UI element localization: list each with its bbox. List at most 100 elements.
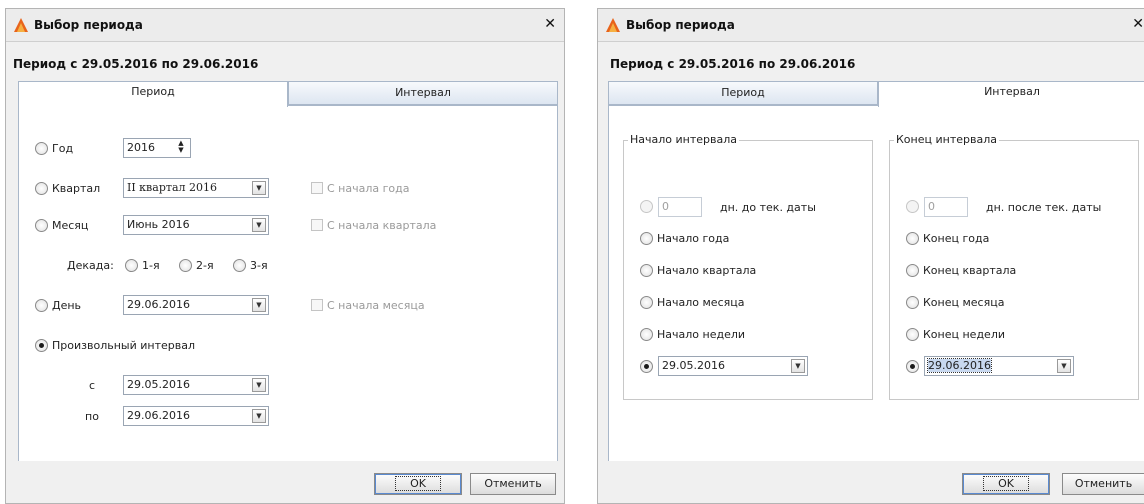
ok-label: OK <box>395 476 441 491</box>
radio-end-days[interactable] <box>906 200 919 213</box>
close-icon[interactable]: ✕ <box>1132 16 1144 32</box>
start-month-label: Начало месяца <box>657 296 745 309</box>
from-quarter-start-checkbox[interactable] <box>311 219 323 231</box>
year-label: Год <box>52 142 74 155</box>
chevron-down-icon[interactable]: ▼ <box>252 378 266 392</box>
chevron-down-icon[interactable]: ▼ <box>791 359 805 373</box>
start-days-label: дн. до тек. даты <box>720 201 816 214</box>
period-panel: Год 2016 ▲ ▼ Квартал II квартал 2016 ▼ С … <box>18 105 558 463</box>
day-label: День <box>52 299 82 312</box>
end-date-picker[interactable]: 29.06.2016 ▼ <box>924 356 1074 376</box>
start-year-label: Начало года <box>657 232 730 245</box>
day-select[interactable]: 29.06.2016 ▼ <box>123 295 269 315</box>
tab-period[interactable]: Период <box>608 81 878 105</box>
ok-button[interactable]: OK <box>374 473 462 495</box>
chevron-down-icon[interactable]: ▼ <box>252 409 266 423</box>
decade-2-label: 2-я <box>196 259 214 272</box>
period-dialog-left: Выбор периода ✕ Период с 29.05.2016 по 2… <box>5 8 565 504</box>
radio-day[interactable] <box>35 299 48 312</box>
start-quarter-label: Начало квартала <box>657 264 757 277</box>
cancel-button[interactable]: Отменить <box>470 473 556 495</box>
month-value: Июнь 2016 <box>127 218 190 231</box>
quarter-value: II квартал 2016 <box>127 181 217 194</box>
interval-panel: Начало интервала 0 дн. до тек. даты Нача… <box>608 105 1144 463</box>
dialog-title: Выбор периода <box>626 18 735 32</box>
ok-button[interactable]: OK <box>962 473 1050 495</box>
radio-start-year[interactable] <box>640 232 653 245</box>
title-bar: Выбор периода ✕ <box>6 9 564 42</box>
quarter-select[interactable]: II квартал 2016 ▼ <box>123 178 269 198</box>
interval-end-group: Конец интервала 0 дн. после тек. даты Ко… <box>889 133 1139 400</box>
radio-start-month[interactable] <box>640 296 653 309</box>
month-label: Месяц <box>52 219 89 232</box>
from-quarter-start-label: С начала квартала <box>327 219 437 232</box>
button-bar: OK Отменить <box>6 461 564 503</box>
end-month-label: Конец месяца <box>923 296 1005 309</box>
chevron-down-icon[interactable]: ▼ <box>252 298 266 312</box>
to-date-value: 29.06.2016 <box>127 409 190 422</box>
radio-end-month[interactable] <box>906 296 919 309</box>
to-date-picker[interactable]: 29.06.2016 ▼ <box>123 406 269 426</box>
from-date-picker[interactable]: 29.05.2016 ▼ <box>123 375 269 395</box>
button-bar: OK Отменить <box>598 461 1144 503</box>
interval-end-title: Конец интервала <box>894 133 999 146</box>
radio-end-week[interactable] <box>906 328 919 341</box>
from-month-start-checkbox[interactable] <box>311 299 323 311</box>
period-dialog-right: Выбор периода ✕ Период с 29.05.2016 по 2… <box>597 8 1144 504</box>
close-icon[interactable]: ✕ <box>544 16 556 32</box>
radio-start-quarter[interactable] <box>640 264 653 277</box>
from-year-start-label: С начала года <box>327 182 410 195</box>
radio-year[interactable] <box>35 142 48 155</box>
start-days-input[interactable]: 0 <box>658 197 702 217</box>
start-date-value: 29.05.2016 <box>662 359 725 372</box>
to-label: по <box>85 410 99 423</box>
radio-end-quarter[interactable] <box>906 264 919 277</box>
interval-start-group: Начало интервала 0 дн. до тек. даты Нача… <box>623 133 873 400</box>
spinner-arrows-icon[interactable]: ▲ ▼ <box>174 140 188 156</box>
start-date-picker[interactable]: 29.05.2016 ▼ <box>658 356 808 376</box>
end-days-input[interactable]: 0 <box>924 197 968 217</box>
chevron-down-icon[interactable]: ▼ <box>252 181 266 195</box>
radio-custom-interval[interactable] <box>35 339 48 352</box>
radio-start-days[interactable] <box>640 200 653 213</box>
end-quarter-label: Конец квартала <box>923 264 1017 277</box>
chevron-down-icon[interactable]: ▼ <box>1057 359 1071 373</box>
month-select[interactable]: Июнь 2016 ▼ <box>123 215 269 235</box>
end-date-value: 29.06.2016 <box>927 358 992 373</box>
app-logo-icon <box>14 18 28 32</box>
decade-label: Декада: <box>67 259 114 272</box>
quarter-label: Квартал <box>52 182 101 195</box>
day-value: 29.06.2016 <box>127 298 190 311</box>
end-year-label: Конец года <box>923 232 990 245</box>
ok-label: OK <box>983 476 1029 491</box>
decade-1-label: 1-я <box>142 259 160 272</box>
period-summary: Период с 29.05.2016 по 29.06.2016 <box>610 57 856 71</box>
radio-month[interactable] <box>35 219 48 232</box>
end-week-label: Конец недели <box>923 328 1005 341</box>
tab-interval[interactable]: Интервал <box>878 81 1144 107</box>
start-week-label: Начало недели <box>657 328 746 341</box>
app-logo-icon <box>606 18 620 32</box>
cancel-button[interactable]: Отменить <box>1062 473 1144 495</box>
radio-decade-1[interactable] <box>125 259 138 272</box>
radio-quarter[interactable] <box>35 182 48 195</box>
radio-end-date[interactable] <box>906 360 919 373</box>
interval-start-title: Начало интервала <box>628 133 740 146</box>
from-date-value: 29.05.2016 <box>127 378 190 391</box>
from-year-start-checkbox[interactable] <box>311 182 323 194</box>
period-summary: Период с 29.05.2016 по 29.06.2016 <box>13 57 259 71</box>
radio-start-date[interactable] <box>640 360 653 373</box>
tab-period[interactable]: Период <box>18 81 288 107</box>
tab-interval[interactable]: Интервал <box>288 81 558 105</box>
title-bar: Выбор периода ✕ <box>598 9 1144 42</box>
year-value: 2016 <box>127 141 155 154</box>
radio-decade-3[interactable] <box>233 259 246 272</box>
end-days-label: дн. после тек. даты <box>986 201 1102 214</box>
custom-interval-label: Произвольный интервал <box>52 339 195 352</box>
radio-start-week[interactable] <box>640 328 653 341</box>
year-spinner[interactable]: 2016 ▲ ▼ <box>123 138 191 158</box>
radio-end-year[interactable] <box>906 232 919 245</box>
chevron-down-icon[interactable]: ▼ <box>252 218 266 232</box>
radio-decade-2[interactable] <box>179 259 192 272</box>
from-label: с <box>89 379 96 392</box>
